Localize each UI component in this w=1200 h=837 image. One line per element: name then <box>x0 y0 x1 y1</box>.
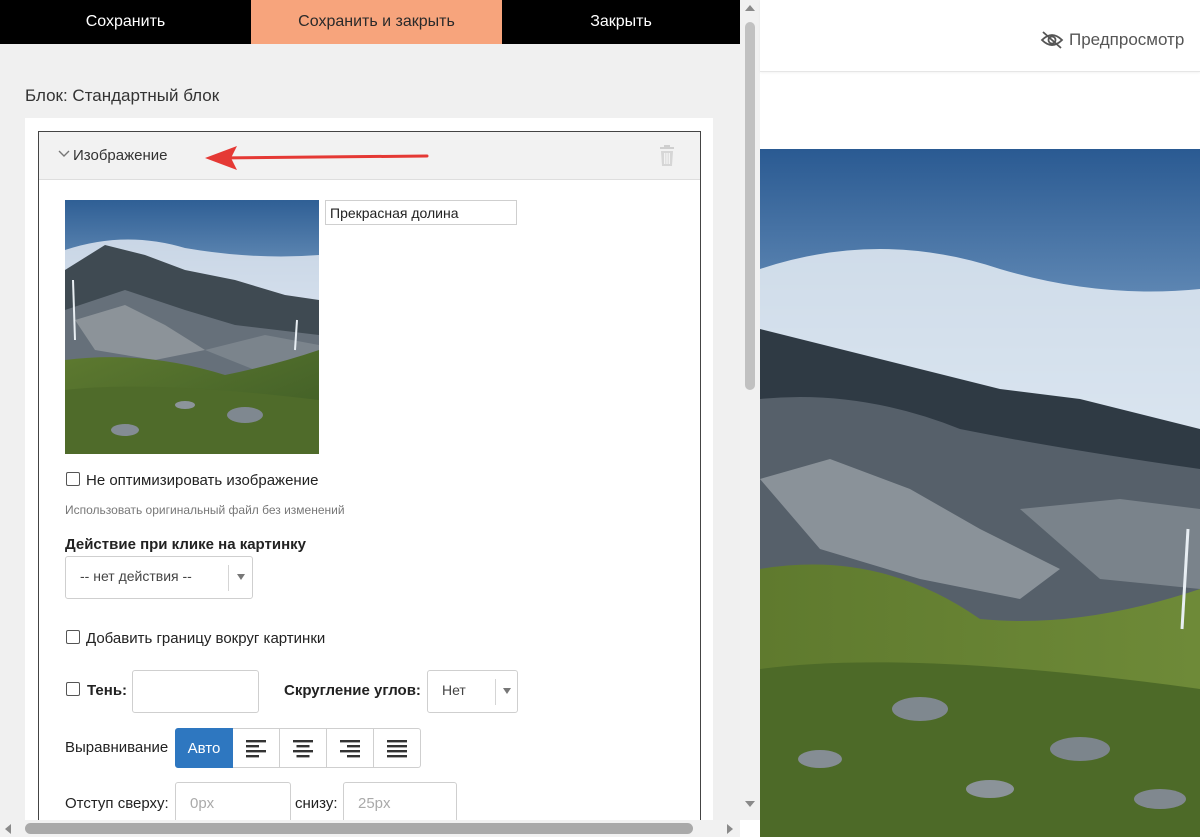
radius-label: Скругление углов: <box>284 682 421 699</box>
align-left-icon <box>246 740 266 758</box>
image-thumbnail[interactable] <box>65 200 319 454</box>
landscape-image <box>760 149 1200 837</box>
close-button[interactable]: Закрыть <box>502 0 740 44</box>
margin-top-label: Отступ сверху: <box>65 795 169 812</box>
align-center-icon <box>293 740 313 758</box>
align-right-button[interactable] <box>327 728 374 768</box>
click-action-select[interactable]: -- нет действия -- <box>65 556 253 599</box>
shadow-checkbox[interactable] <box>66 682 80 696</box>
annotation-arrow <box>205 146 429 170</box>
preview-image <box>760 149 1200 837</box>
vertical-scrollbar[interactable] <box>740 0 760 820</box>
preview-button[interactable]: Предпросмотр <box>1040 28 1184 52</box>
align-left-button[interactable] <box>233 728 280 768</box>
click-action-value: -- нет действия -- <box>80 568 192 584</box>
select-divider <box>495 679 496 705</box>
add-border-checkbox[interactable] <box>66 630 80 644</box>
editor-toolbar: Сохранить Сохранить и закрыть Закрыть <box>0 0 740 44</box>
image-section: Изображение Прекрасная долина Не оптимиз… <box>38 131 701 831</box>
alignment-label: Выравнивание <box>65 739 169 756</box>
click-action-label: Действие при клике на картинку <box>65 536 307 553</box>
vertical-scroll-thumb[interactable] <box>745 22 755 390</box>
margin-top-placeholder: 0px <box>190 795 215 812</box>
chevron-down-icon <box>503 688 511 694</box>
shadow-input[interactable] <box>132 670 259 713</box>
radius-select[interactable]: Нет <box>427 670 518 713</box>
margin-bottom-label: снизу: <box>295 795 338 812</box>
radius-value: Нет <box>442 682 466 698</box>
align-auto-button[interactable]: Авто <box>175 728 233 768</box>
align-justify-icon <box>387 740 407 758</box>
no-optimize-checkbox[interactable] <box>66 472 80 486</box>
preview-pane: Предпросмотр <box>760 0 1200 837</box>
scroll-up-icon[interactable] <box>745 5 755 11</box>
image-section-title: Изображение <box>73 147 168 164</box>
align-center-button[interactable] <box>280 728 327 768</box>
image-caption-input[interactable] <box>325 200 517 225</box>
scroll-down-icon[interactable] <box>745 801 755 807</box>
chevron-down-icon <box>237 574 245 580</box>
trash-icon[interactable] <box>657 145 677 167</box>
select-divider <box>228 565 229 591</box>
margin-bottom-placeholder: 25px <box>358 795 391 812</box>
save-and-close-button[interactable]: Сохранить и закрыть <box>251 0 502 44</box>
chevron-down-icon <box>58 150 70 157</box>
horizontal-scroll-thumb[interactable] <box>25 823 693 834</box>
preview-header: Предпросмотр <box>760 0 1200 72</box>
no-optimize-label[interactable]: Не оптимизировать изображение <box>86 472 318 489</box>
landscape-image <box>65 200 319 454</box>
shadow-label: Тень: <box>87 682 128 699</box>
scroll-right-icon[interactable] <box>727 824 733 834</box>
preview-label: Предпросмотр <box>1069 30 1185 49</box>
align-right-icon <box>340 740 360 758</box>
eye-off-icon <box>1040 31 1064 49</box>
alignment-group: Авто <box>175 728 421 768</box>
add-border-label[interactable]: Добавить границу вокруг картинки <box>86 630 325 647</box>
horizontal-scrollbar[interactable] <box>0 820 740 837</box>
block-card: Изображение Прекрасная долина Не оптимиз… <box>25 118 713 831</box>
save-button[interactable]: Сохранить <box>0 0 251 44</box>
align-justify-button[interactable] <box>374 728 421 768</box>
image-section-header[interactable]: Изображение <box>39 132 700 180</box>
editor-pane: Сохранить Сохранить и закрыть Закрыть Бл… <box>0 0 740 837</box>
scroll-left-icon[interactable] <box>5 824 11 834</box>
block-title: Блок: Стандартный блок <box>25 86 220 105</box>
no-optimize-hint: Использовать оригинальный файл без измен… <box>65 503 345 517</box>
